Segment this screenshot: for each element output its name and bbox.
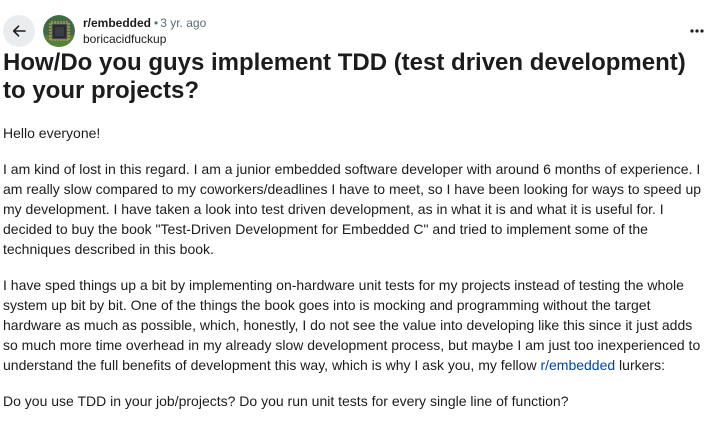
more-options-button[interactable] xyxy=(690,24,704,38)
post-age: 3 yr. ago xyxy=(160,16,207,30)
meta-separator: • xyxy=(154,16,159,30)
post-body: Hello everyone! I am kind of lost in thi… xyxy=(3,123,703,427)
post-meta: r/embedded • 3 yr. ago boricacidfuckup xyxy=(83,15,206,47)
paragraph: I am kind of lost in this regard. I am a… xyxy=(3,161,702,257)
subreddit-link[interactable]: r/embedded xyxy=(83,16,151,30)
paragraph-text: lurkers: xyxy=(615,357,665,373)
paragraph: I have sped things up a bit by implement… xyxy=(3,275,703,375)
subreddit-avatar[interactable] xyxy=(43,15,75,47)
subreddit-inline-link[interactable]: r/embedded xyxy=(540,357,615,373)
paragraph: Do you use TDD in your job/projects? Do … xyxy=(3,393,569,409)
post-title: How/Do you guys implement TDD (test driv… xyxy=(3,49,686,104)
author-link[interactable]: boricacidfuckup xyxy=(83,31,206,47)
arrow-left-icon xyxy=(12,25,26,37)
ellipsis-icon xyxy=(690,29,704,33)
subreddit-avatar-chip xyxy=(43,15,75,47)
paragraph: Hello everyone! xyxy=(3,125,101,141)
back-button[interactable] xyxy=(3,15,35,47)
